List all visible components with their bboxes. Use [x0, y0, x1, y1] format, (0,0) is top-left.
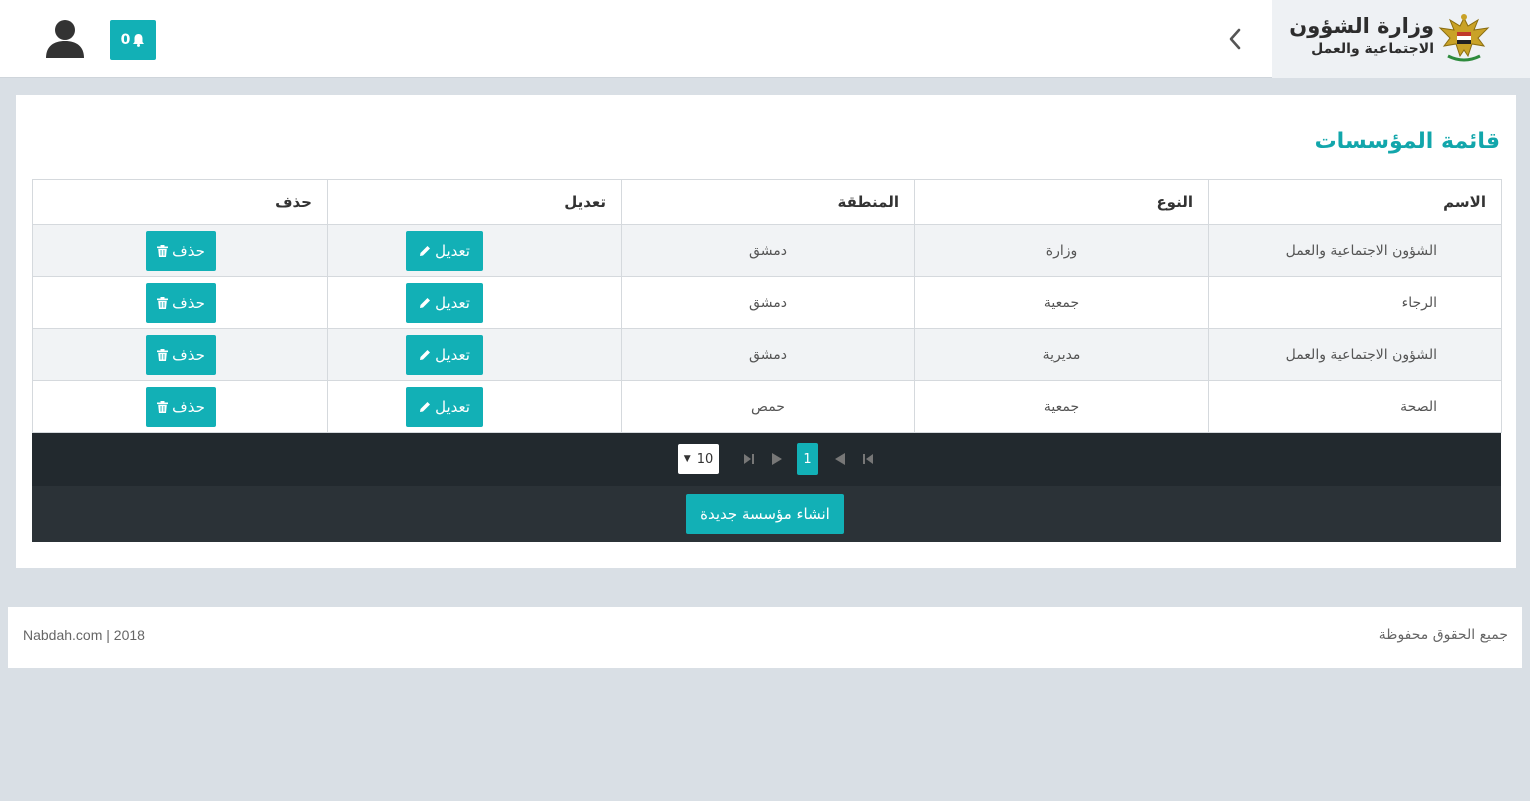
caret-down-icon: ▼ — [683, 454, 691, 464]
cell-name: الصحة — [1208, 380, 1502, 433]
table-row: الرجاء جمعية دمشق تعديل حذف — [32, 276, 1502, 329]
edit-button[interactable]: تعديل — [406, 230, 483, 271]
trash-icon — [157, 244, 169, 257]
edit-button[interactable]: تعديل — [406, 386, 483, 427]
user-avatar-icon[interactable] — [44, 18, 86, 60]
cell-delete: حذف — [32, 380, 328, 433]
cell-type: وزارة — [914, 224, 1209, 277]
edit-button-label: تعديل — [435, 345, 470, 364]
skip-first-icon — [863, 454, 873, 464]
column-header-region[interactable]: المنطقة — [621, 179, 915, 225]
edit-button-label: تعديل — [435, 397, 470, 416]
delete-button[interactable]: حذف — [146, 282, 216, 323]
delete-button-label: حذف — [172, 241, 205, 260]
bell-icon — [133, 34, 145, 47]
brand-subtitle: الاجتماعية والعمل — [1311, 41, 1434, 57]
column-header-type[interactable]: النوع — [914, 179, 1209, 225]
page-size-value: 10 — [696, 451, 714, 467]
trash-icon — [157, 400, 169, 413]
table-row: الشؤون الاجتماعية والعمل وزارة دمشق تعديل حذ… — [32, 224, 1502, 277]
delete-button[interactable]: حذف — [146, 386, 216, 427]
column-header-edit: تعديل — [327, 179, 622, 225]
cell-edit: تعديل — [327, 328, 622, 381]
page-title: قائمة المؤسسات — [1314, 129, 1500, 154]
cell-type: جمعية — [914, 380, 1209, 433]
table-row: الصحة جمعية حمص تعديل حذف — [32, 380, 1502, 433]
delete-button[interactable]: حذف — [146, 334, 216, 375]
institutions-table: الاسم النوع المنطقة تعديل حذف الشؤون الا… — [32, 179, 1502, 433]
syrian-eagle-emblem-icon — [1438, 14, 1490, 62]
cell-delete: حذف — [32, 328, 328, 381]
brand-title: وزارة الشؤون — [1289, 14, 1434, 38]
credit-text: Nabdah.com | 2018 — [23, 627, 145, 643]
delete-button-label: حذف — [172, 293, 205, 312]
column-header-delete: حذف — [32, 179, 328, 225]
column-header-name[interactable]: الاسم — [1208, 179, 1502, 225]
cell-edit: تعديل — [327, 380, 622, 433]
notifications-count: 0 — [120, 32, 131, 48]
cell-type: مديرية — [914, 328, 1209, 381]
table-header-row: الاسم النوع المنطقة تعديل حذف — [32, 179, 1502, 225]
chevron-left-icon — [1229, 28, 1241, 50]
cell-region: دمشق — [621, 224, 915, 277]
delete-button-label: حذف — [172, 397, 205, 416]
sidebar-toggle-button[interactable] — [1218, 22, 1252, 56]
delete-button-label: حذف — [172, 345, 205, 364]
table-row: الشؤون الاجتماعية والعمل مديرية دمشق تعديل ح… — [32, 328, 1502, 381]
cell-edit: تعديل — [327, 224, 622, 277]
cell-type: جمعية — [914, 276, 1209, 329]
edit-button[interactable]: تعديل — [406, 282, 483, 323]
first-page-button[interactable] — [856, 444, 880, 474]
cell-delete: حذف — [32, 224, 328, 277]
play-right-icon — [772, 453, 782, 465]
cell-name: الرجاء — [1208, 276, 1502, 329]
pencil-icon — [420, 245, 431, 256]
site-footer: جميع الحقوق محفوظة Nabdah.com | 2018 — [8, 607, 1522, 668]
cell-region: حمص — [621, 380, 915, 433]
create-institution-button[interactable]: انشاء مؤسسة جديدة — [686, 494, 844, 534]
previous-page-button[interactable] — [828, 444, 852, 474]
edit-button[interactable]: تعديل — [406, 334, 483, 375]
cell-region: دمشق — [621, 276, 915, 329]
edit-button-label: تعديل — [435, 293, 470, 312]
pagination-bar: ▼ 10 1 — [32, 433, 1501, 486]
notifications-button[interactable]: 0 — [110, 20, 156, 60]
table-footer-bar: انشاء مؤسسة جديدة — [32, 486, 1501, 542]
pencil-icon — [420, 401, 431, 412]
cell-region: دمشق — [621, 328, 915, 381]
play-left-icon — [835, 453, 845, 465]
copyright-text: جميع الحقوق محفوظة — [1378, 627, 1508, 643]
next-page-button[interactable] — [765, 444, 789, 474]
page-size-select[interactable]: ▼ 10 — [678, 444, 719, 474]
pencil-icon — [420, 297, 431, 308]
last-page-button[interactable] — [737, 444, 761, 474]
brand-area[interactable]: وزارة الشؤون الاجتماعية والعمل — [1272, 0, 1530, 78]
cell-edit: تعديل — [327, 276, 622, 329]
cell-name: الشؤون الاجتماعية والعمل — [1208, 328, 1502, 381]
delete-button[interactable]: حذف — [146, 230, 216, 271]
trash-icon — [157, 296, 169, 309]
pencil-icon — [420, 349, 431, 360]
institutions-panel: قائمة المؤسسات الاسم النوع المنطقة تعديل… — [16, 95, 1516, 568]
page-number-current[interactable]: 1 — [797, 443, 818, 475]
skip-last-icon — [744, 454, 754, 464]
top-navbar: وزارة الشؤون الاجتماعية والعمل 0 — [0, 0, 1530, 78]
trash-icon — [157, 348, 169, 361]
cell-name: الشؤون الاجتماعية والعمل — [1208, 224, 1502, 277]
edit-button-label: تعديل — [435, 241, 470, 260]
cell-delete: حذف — [32, 276, 328, 329]
